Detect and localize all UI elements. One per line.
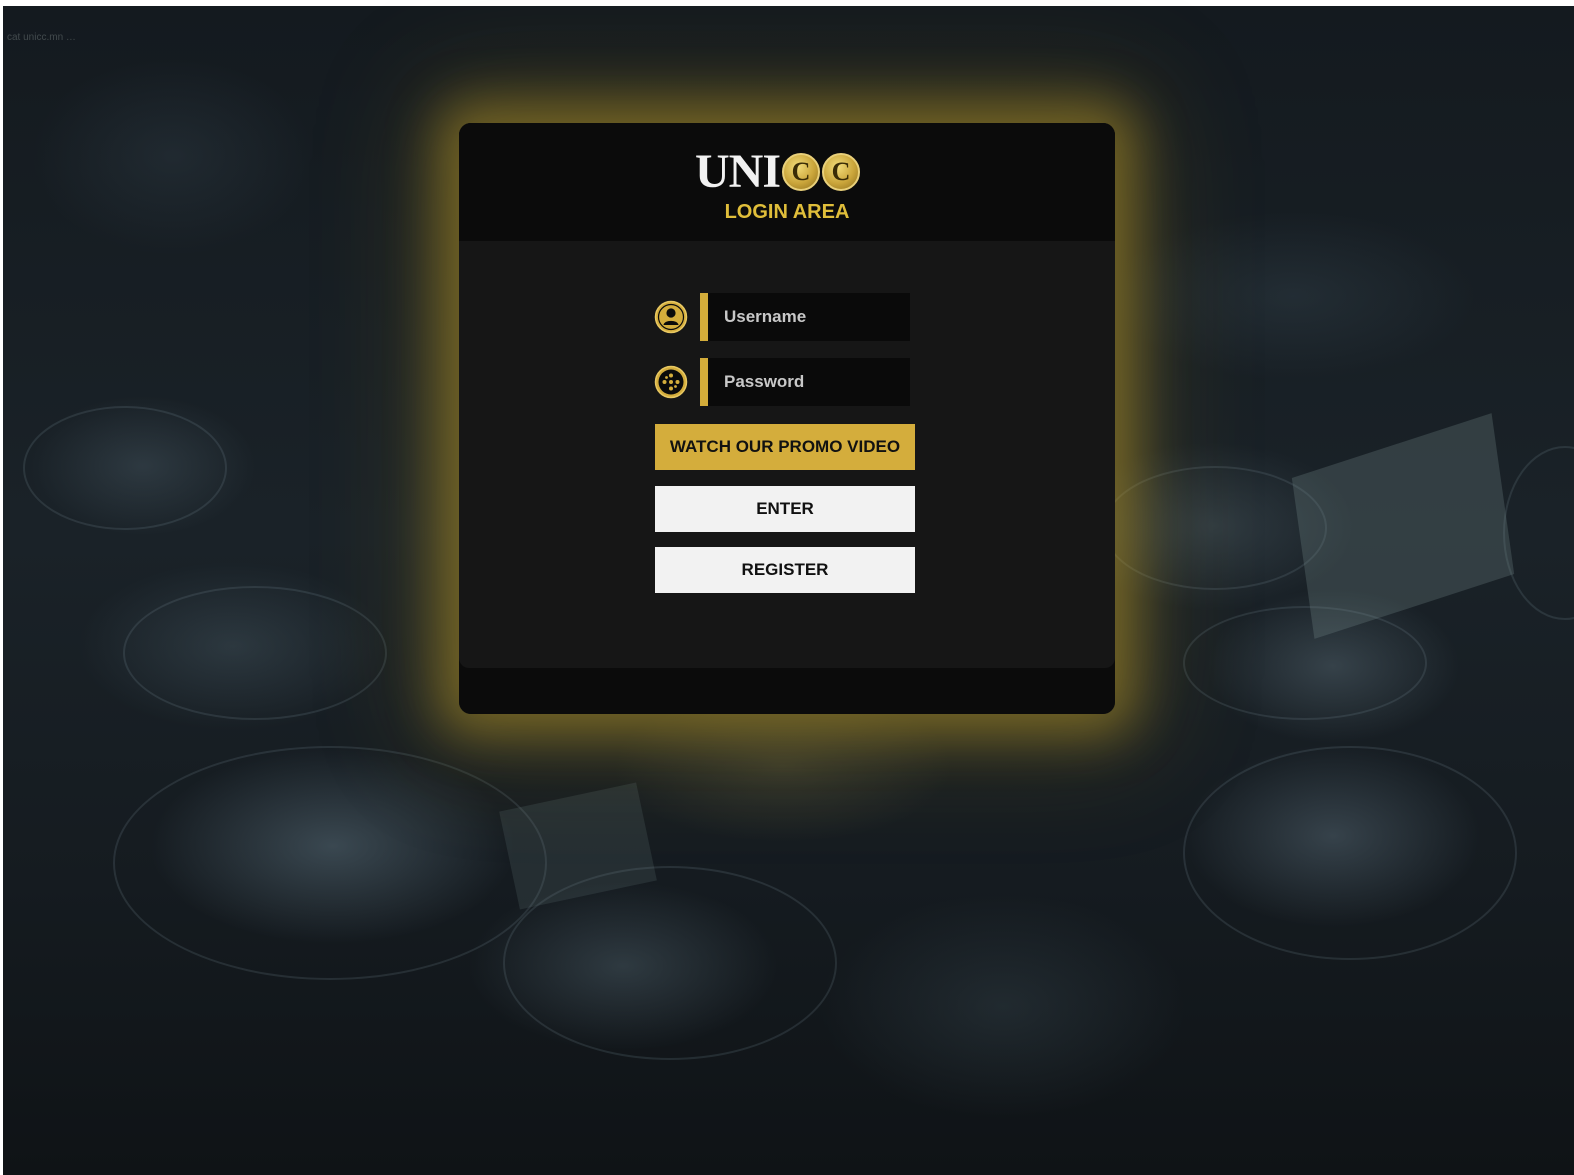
background-coin [23, 406, 227, 530]
login-form: WATCH OUR PROMO VIDEO ENTER REGISTER [459, 241, 1115, 668]
background-coin [113, 746, 547, 980]
background-coin [123, 586, 387, 720]
login-area-title: LOGIN AREA [724, 201, 850, 223]
login-card-header: UNI C C LOGIN AREA [459, 123, 1115, 241]
password-row [654, 358, 914, 406]
password-accent-bar [700, 358, 708, 406]
logo-coin-icon: C [782, 153, 821, 191]
background-coin [1503, 446, 1574, 620]
background-url-text: cat unicc.mn … [7, 32, 76, 43]
login-card: UNI C C LOGIN AREA Username WATCH OUR PR… [459, 123, 1115, 714]
keypad-icon [654, 365, 688, 399]
password-input[interactable] [708, 358, 910, 406]
background-coin [1183, 746, 1517, 960]
logo-coin-icon: C [822, 153, 861, 191]
background-card [1291, 413, 1515, 639]
username-input[interactable] [708, 293, 910, 341]
background-card [499, 782, 657, 910]
background-coin [1183, 606, 1427, 720]
background-coin [1103, 466, 1327, 590]
register-button[interactable]: REGISTER [655, 547, 915, 593]
enter-button[interactable]: ENTER [655, 486, 915, 532]
username-row [654, 293, 914, 341]
logo-text: UNI [695, 145, 781, 198]
username-accent-bar [700, 293, 708, 341]
unicc-logo: UNI C C [695, 145, 861, 198]
user-icon [654, 300, 688, 334]
background-coin [503, 866, 837, 1060]
watch-promo-video-button[interactable]: WATCH OUR PROMO VIDEO [655, 424, 915, 470]
